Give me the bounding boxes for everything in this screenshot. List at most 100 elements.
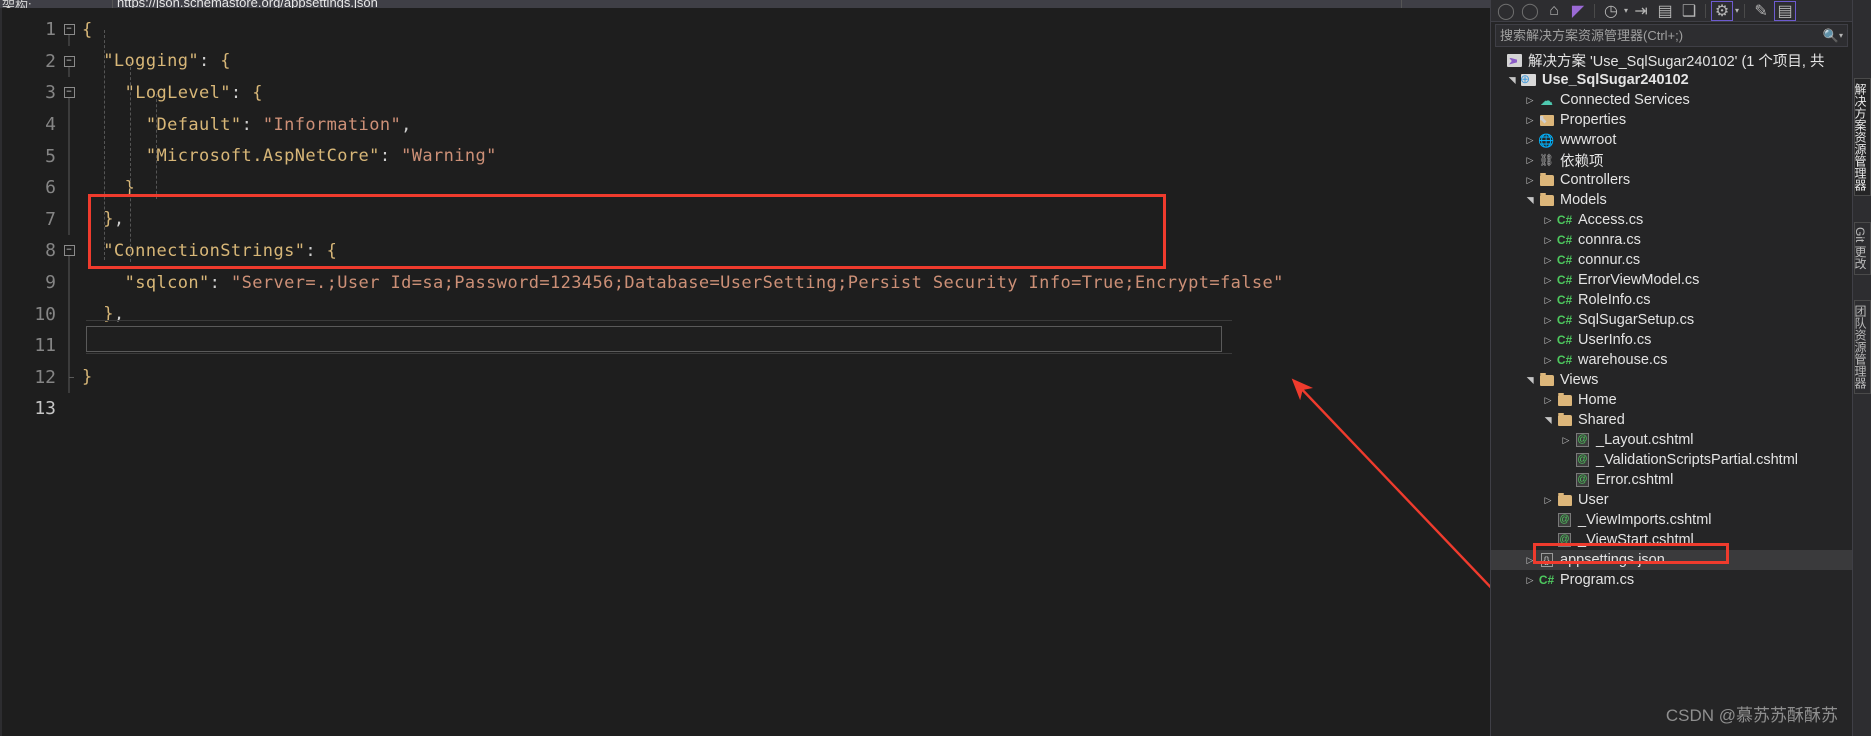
back-icon[interactable]: ◯ <box>1495 1 1517 21</box>
tree-item-wwwroot[interactable]: ▷🌐wwwroot <box>1491 130 1852 150</box>
home-icon[interactable]: ⌂ <box>1543 1 1565 21</box>
twisty-expanded-icon[interactable]: ◢ <box>1525 373 1536 387</box>
twisty-collapsed-icon[interactable]: ▷ <box>1523 135 1537 146</box>
fold-margin[interactable] <box>56 362 82 394</box>
fold-margin[interactable]: − <box>56 46 82 78</box>
code-line[interactable]: 13 <box>0 393 1490 425</box>
sync-with-active-document-icon[interactable]: ⇥ <box>1630 1 1652 21</box>
tree-item-views[interactable]: ◢Views <box>1491 370 1852 390</box>
fold-margin[interactable]: − <box>56 235 82 267</box>
collapse-icon[interactable]: − <box>64 56 75 67</box>
dock-tab-team-explorer[interactable]: 团队资源管理器 <box>1854 300 1871 394</box>
fold-margin[interactable] <box>56 172 82 204</box>
twisty-expanded-icon[interactable]: ◢ <box>1507 73 1518 87</box>
collapse-icon[interactable]: − <box>64 87 75 98</box>
pending-changes-icon[interactable]: ◷ <box>1600 1 1622 21</box>
tree-item-appsettings-json[interactable]: ▷{}appsettings.json <box>1491 550 1852 570</box>
tree-item-sqlsugarsetup-cs[interactable]: ▷C#SqlSugarSetup.cs <box>1491 310 1852 330</box>
view-code-icon[interactable]: ▤ <box>1774 1 1796 21</box>
tree-item-roleinfo-cs[interactable]: ▷C#RoleInfo.cs <box>1491 290 1852 310</box>
solution-tree[interactable]: 解决方案 'Use_SqlSugar240102' (1 个项目, 共 ◢Use… <box>1491 47 1852 590</box>
search-options-chevron-icon[interactable]: ▾ <box>1839 31 1843 40</box>
twisty-collapsed-icon[interactable]: ▷ <box>1541 315 1555 326</box>
fold-margin[interactable] <box>56 330 82 362</box>
tree-item-models[interactable]: ◢Models <box>1491 190 1852 210</box>
tree-item-error-cshtml[interactable]: @Error.cshtml <box>1491 470 1852 490</box>
twisty-collapsed-icon[interactable]: ▷ <box>1541 335 1555 346</box>
tree-item-connected-services[interactable]: ▷☁Connected Services <box>1491 90 1852 110</box>
dock-tab-git-changes[interactable]: Git 更改 <box>1854 222 1871 275</box>
tree-item-properties[interactable]: ▷Properties <box>1491 110 1852 130</box>
properties-icon[interactable]: ⚙ <box>1711 1 1733 21</box>
code-line[interactable]: 5 "Microsoft.AspNetCore": "Warning" <box>0 140 1490 172</box>
tree-item-connra-cs[interactable]: ▷C#connra.cs <box>1491 230 1852 250</box>
twisty-collapsed-icon[interactable]: ▷ <box>1523 155 1537 166</box>
tree-item-validationscriptspartial-cshtml[interactable]: @_ValidationScriptsPartial.cshtml <box>1491 450 1852 470</box>
schema-url-field[interactable]: https://json.schemastore.org/appsettings… <box>112 0 1402 8</box>
tree-item-access-cs[interactable]: ▷C#Access.cs <box>1491 210 1852 230</box>
tree-item-use-sqlsugar240102[interactable]: ◢Use_SqlSugar240102 <box>1491 70 1852 90</box>
tree-item-shared[interactable]: ◢Shared <box>1491 410 1852 430</box>
tree-item-viewimports-cshtml[interactable]: @_ViewImports.cshtml <box>1491 510 1852 530</box>
search-input[interactable] <box>1500 28 1823 43</box>
twisty-collapsed-icon[interactable]: ▷ <box>1541 235 1555 246</box>
chevron-down-icon-2[interactable]: ▾ <box>1735 6 1739 15</box>
fold-margin[interactable]: − <box>56 14 82 46</box>
tree-item-warehouse-cs[interactable]: ▷C#warehouse.cs <box>1491 350 1852 370</box>
tree-item-userinfo-cs[interactable]: ▷C#UserInfo.cs <box>1491 330 1852 350</box>
twisty-collapsed-icon[interactable]: ▷ <box>1541 215 1555 226</box>
twisty-collapsed-icon[interactable]: ▷ <box>1523 175 1537 186</box>
code-line[interactable]: 12} <box>0 362 1490 394</box>
preview-selected-items-icon[interactable]: ✎ <box>1750 1 1772 21</box>
collapse-all-icon[interactable]: ▤ <box>1654 1 1676 21</box>
collapse-icon[interactable]: − <box>64 24 75 35</box>
fold-margin[interactable] <box>56 140 82 172</box>
fold-margin[interactable] <box>56 298 82 330</box>
twisty-collapsed-icon[interactable]: ▷ <box>1523 555 1537 566</box>
code-line[interactable]: 3− "LogLevel": { <box>0 77 1490 109</box>
fold-margin[interactable] <box>56 267 82 299</box>
twisty-collapsed-icon[interactable]: ▷ <box>1541 495 1555 506</box>
code-line[interactable]: 2− "Logging": { <box>0 46 1490 78</box>
twisty-collapsed-icon[interactable]: ▷ <box>1523 115 1537 126</box>
code-line[interactable]: 1−{ <box>0 14 1490 46</box>
code-line[interactable]: 4 "Default": "Information", <box>0 109 1490 141</box>
forward-icon[interactable]: ◯ <box>1519 1 1541 21</box>
collapse-icon[interactable]: − <box>64 245 75 256</box>
search-icon[interactable]: 🔍 <box>1823 28 1839 44</box>
show-all-files-icon[interactable]: ❑ <box>1678 1 1700 21</box>
twisty-collapsed-icon[interactable]: ▷ <box>1523 575 1537 586</box>
tree-item-controllers[interactable]: ▷Controllers <box>1491 170 1852 190</box>
tree-item-viewstart-cshtml[interactable]: @_ViewStart.cshtml <box>1491 530 1852 550</box>
twisty-expanded-icon[interactable]: ◢ <box>1525 193 1536 207</box>
solution-explorer-search[interactable]: 🔍 ▾ <box>1495 24 1848 47</box>
fold-margin[interactable] <box>56 109 82 141</box>
chevron-down-icon[interactable]: ▾ <box>1624 6 1628 15</box>
tree-item-[interactable]: ▷⛓依赖项 <box>1491 150 1852 170</box>
dock-tab-solution-explorer[interactable]: 解决方案资源管理器 <box>1854 78 1871 196</box>
twisty-collapsed-icon[interactable]: ▷ <box>1541 395 1555 406</box>
tree-row-solution[interactable]: 解决方案 'Use_SqlSugar240102' (1 个项目, 共 <box>1491 50 1852 70</box>
twisty-collapsed-icon[interactable]: ▷ <box>1559 435 1573 446</box>
fold-margin[interactable]: − <box>56 77 82 109</box>
tree-item-connur-cs[interactable]: ▷C#connur.cs <box>1491 250 1852 270</box>
twisty-collapsed-icon[interactable]: ▷ <box>1541 255 1555 266</box>
twisty-collapsed-icon[interactable]: ▷ <box>1541 355 1555 366</box>
fold-margin[interactable] <box>56 204 82 236</box>
twisty-collapsed-icon[interactable]: ▷ <box>1523 95 1537 106</box>
code-line[interactable]: 8− "ConnectionStrings": { <box>0 235 1490 267</box>
twisty-collapsed-icon[interactable]: ▷ <box>1541 295 1555 306</box>
vs-solution-icon[interactable]: ◤ <box>1567 1 1589 21</box>
code-editor[interactable]: 1−{2− "Logging": {3− "LogLevel": {4 "Def… <box>0 8 1490 736</box>
tree-item-program-cs[interactable]: ▷C#Program.cs <box>1491 570 1852 590</box>
twisty-expanded-icon[interactable]: ◢ <box>1543 413 1554 427</box>
tree-item-errorviewmodel-cs[interactable]: ▷C#ErrorViewModel.cs <box>1491 270 1852 290</box>
code-line[interactable]: 7 }, <box>0 204 1490 236</box>
code-line[interactable]: 6 } <box>0 172 1490 204</box>
tree-item-home[interactable]: ▷Home <box>1491 390 1852 410</box>
fold-margin[interactable] <box>56 393 82 425</box>
tree-item-user[interactable]: ▷User <box>1491 490 1852 510</box>
tree-item-layout-cshtml[interactable]: ▷@_Layout.cshtml <box>1491 430 1852 450</box>
code-line[interactable]: 9 "sqlcon": "Server=.;User Id=sa;Passwor… <box>0 267 1490 299</box>
twisty-collapsed-icon[interactable]: ▷ <box>1541 275 1555 286</box>
